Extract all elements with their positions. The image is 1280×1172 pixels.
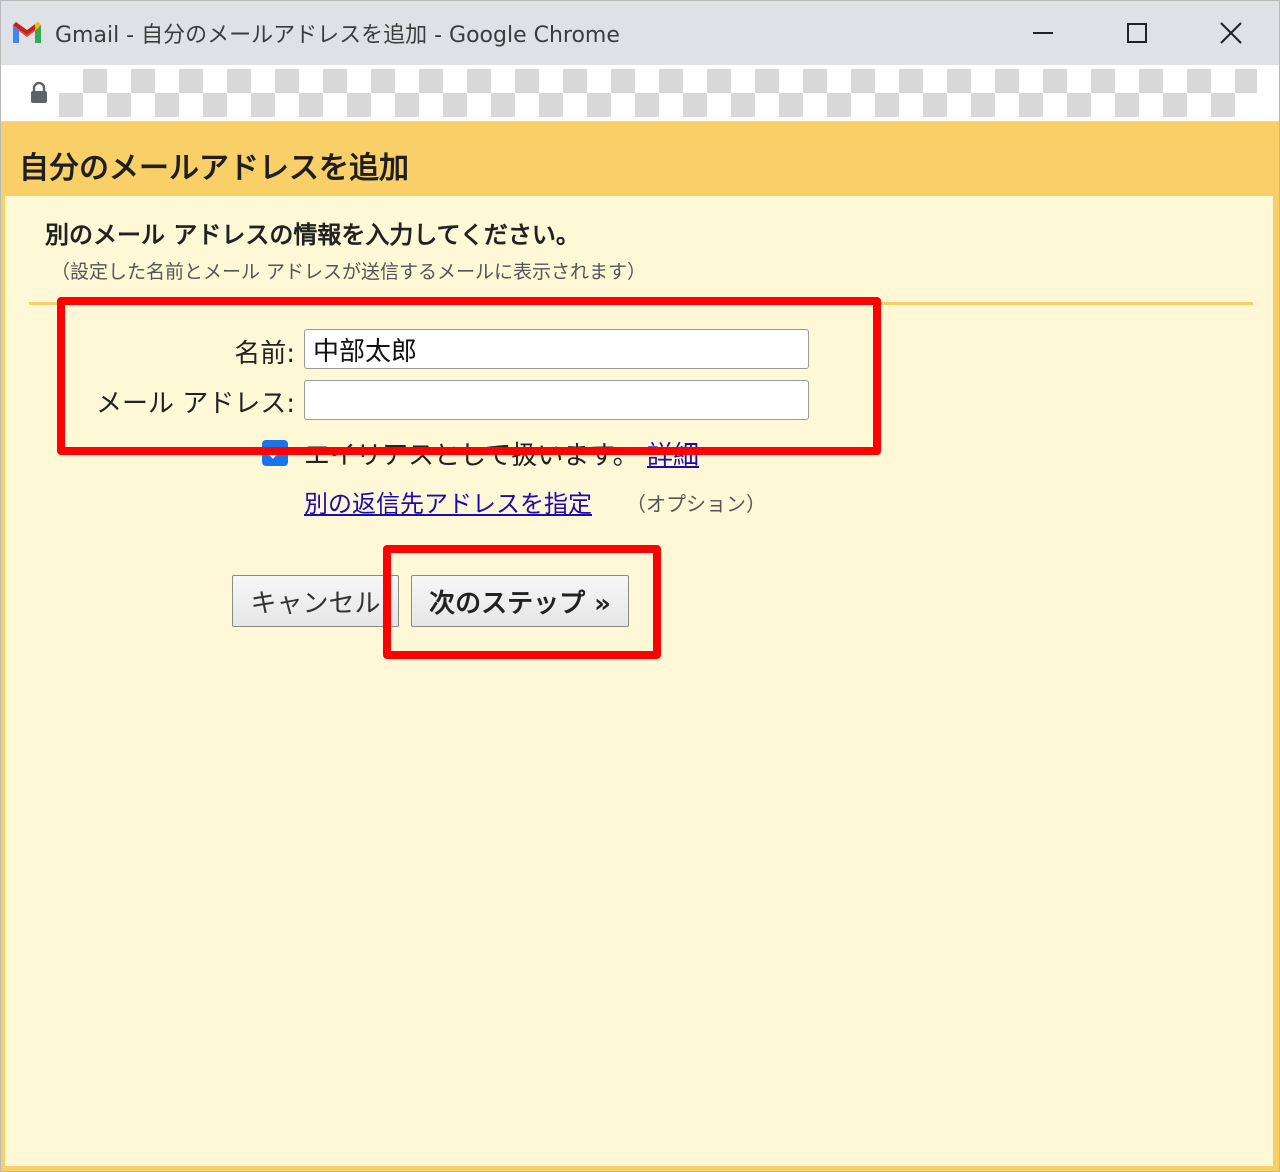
dialog-title: 自分のメールアドレスを追加 [19, 151, 409, 186]
minimize-icon [1033, 32, 1053, 34]
instruction-text: 別のメール アドレスの情報を入力してください。 [45, 221, 580, 249]
alias-checkbox[interactable] [262, 440, 288, 466]
lock-icon [31, 81, 47, 103]
cancel-button[interactable]: キャンセル [232, 575, 399, 627]
window-title: Gmail - 自分のメールアドレスを追加 - Google Chrome [55, 23, 620, 48]
redacted-url [59, 69, 1257, 117]
email-label: メール アドレス: [95, 389, 295, 419]
email-input[interactable] [304, 380, 809, 420]
alias-checkbox-label: エイリアスとして扱います。 [304, 441, 639, 471]
close-icon [1220, 22, 1242, 44]
dialog-border-bottom [1, 1166, 1279, 1171]
maximize-icon [1127, 23, 1147, 43]
name-label: 名前: [234, 339, 295, 369]
dialog-border-right [1273, 122, 1279, 1171]
title-bar: Gmail - 自分のメールアドレスを追加 - Google Chrome [1, 1, 1279, 65]
reply-to-link[interactable]: 別の返信先アドレスを指定 [304, 484, 592, 519]
gmail-logo-icon [13, 22, 41, 43]
checkmark-icon [268, 447, 282, 459]
maximize-button[interactable] [1090, 1, 1184, 65]
reply-to-option-note: （オプション） [626, 492, 766, 516]
minimize-button[interactable] [996, 1, 1090, 65]
alias-detail-link[interactable]: 詳細 [647, 435, 699, 472]
instruction-note: （設定した名前とメール アドレスが送信するメールに表示されます） [51, 261, 647, 283]
name-input[interactable] [304, 329, 809, 369]
close-button[interactable] [1184, 1, 1278, 65]
section-divider [29, 302, 1253, 305]
browser-window: Gmail - 自分のメールアドレスを追加 - Google Chrome 自分… [0, 0, 1280, 1172]
next-step-button[interactable]: 次のステップ » [411, 575, 629, 627]
